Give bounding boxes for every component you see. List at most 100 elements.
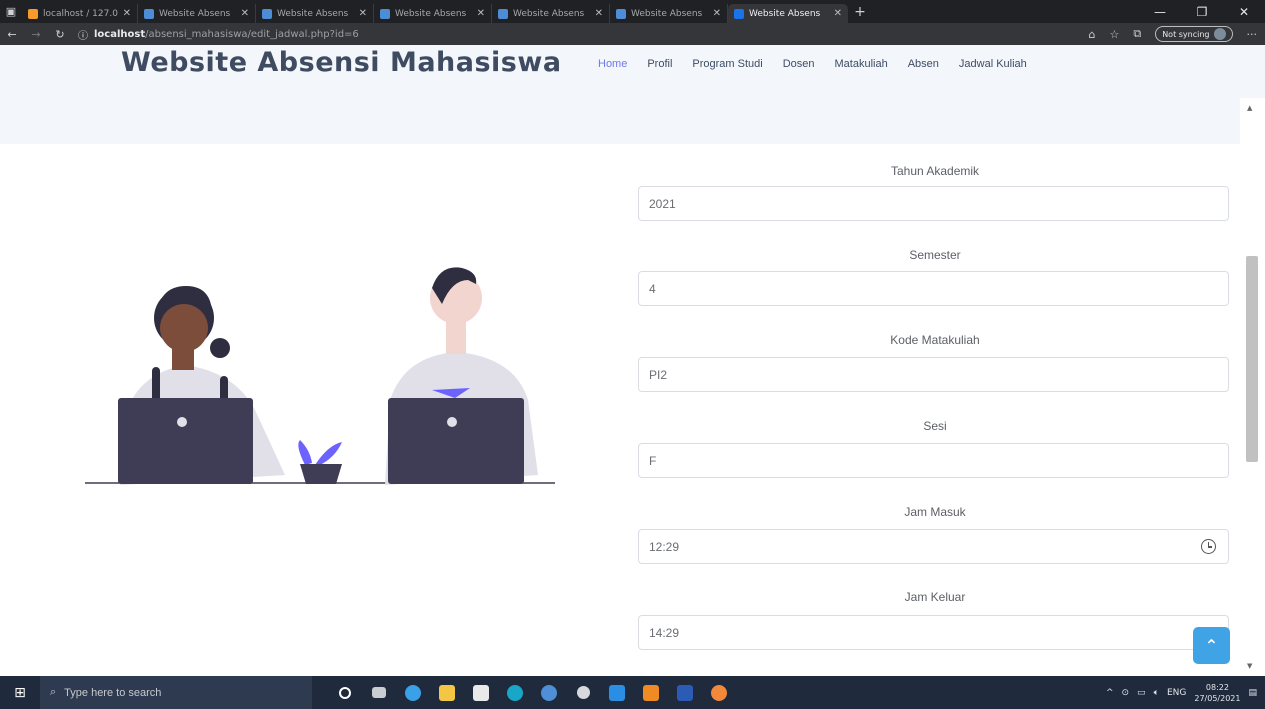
label-kode-matakuliah: Kode Matakuliah (890, 333, 980, 347)
vscode-icon[interactable] (600, 676, 634, 709)
language-indicator[interactable]: ENG (1167, 688, 1186, 698)
site-logo[interactable]: Website Absensi Mahasiswa (121, 47, 562, 78)
tray-chevron-icon[interactable]: ^ (1106, 688, 1114, 698)
tab-close-icon[interactable]: ✕ (241, 8, 249, 19)
url-path: /absensi_mahasiswa/edit_jadwal.php?id=6 (145, 28, 359, 40)
browser-tab[interactable]: Website Absens ✕ (138, 4, 256, 23)
tab-label: Website Absens (513, 8, 585, 19)
search-icon: ⌕ (50, 686, 57, 698)
edge-icon[interactable] (396, 676, 430, 709)
browser-tab[interactable]: Website Absens ✕ (256, 4, 374, 23)
clock-icon[interactable] (1201, 539, 1216, 554)
browser-tab-active[interactable]: Website Absens ✕ (728, 4, 848, 23)
scrollbar-thumb[interactable] (1246, 256, 1258, 462)
forward-icon[interactable]: → (24, 28, 48, 41)
xampp-icon (28, 8, 38, 19)
scroll-down-arrow-icon[interactable]: ▼ (1247, 662, 1252, 670)
input-semester[interactable]: 4 (638, 271, 1229, 306)
nav-absen[interactable]: Absen (908, 58, 939, 70)
page-icon (498, 8, 508, 19)
tab-close-icon[interactable]: ✕ (123, 8, 131, 19)
more-menu-icon[interactable]: ··· (1247, 28, 1258, 41)
xampp-taskbar-icon[interactable] (634, 676, 668, 709)
page-icon (734, 8, 744, 19)
site-info-icon[interactable]: ⓘ (78, 27, 88, 42)
chrome-icon[interactable] (532, 676, 566, 709)
input-value: 12:29 (649, 539, 680, 554)
input-jam-masuk[interactable]: 12:29 (638, 529, 1229, 564)
label-tahun-akademik: Tahun Akademik (890, 164, 980, 178)
windows-taskbar: ⊞ ⌕ Type here to search ^ ⊙ ▭ 🔈︎ ENG 08:… (0, 676, 1265, 709)
tab-close-icon[interactable]: ✕ (477, 8, 485, 19)
back-icon[interactable]: ← (0, 28, 24, 41)
nav-matakuliah[interactable]: Matakuliah (835, 58, 888, 70)
page-icon (380, 8, 390, 19)
label-semester: Semester (909, 248, 961, 262)
sync-button[interactable]: Not syncing (1155, 26, 1233, 42)
tab-close-icon[interactable]: ✕ (713, 8, 721, 19)
maximize-icon[interactable]: ❐ (1181, 5, 1223, 19)
word-icon[interactable] (668, 676, 702, 709)
date-text: 27/05/2021 (1194, 693, 1241, 703)
firefox-icon[interactable] (702, 676, 736, 709)
nav-dosen[interactable]: Dosen (783, 58, 815, 70)
main-nav: Home Profil Program Studi Dosen Matakuli… (598, 58, 1047, 70)
tab-actions-icon[interactable]: ▣ (0, 0, 22, 23)
input-value: 14:29 (649, 625, 680, 640)
browser-tab[interactable]: localhost / 127.0 ✕ (22, 4, 138, 23)
browser-tab[interactable]: Website Absens ✕ (492, 4, 610, 23)
tab-label: Website Absens (277, 8, 349, 19)
clock-display[interactable]: 08:22 27/05/2021 (1194, 682, 1240, 704)
input-jam-keluar[interactable]: 14:29 (638, 615, 1229, 650)
tab-close-icon[interactable]: ✕ (359, 8, 367, 19)
collections-icon[interactable]: ⧉ (1133, 27, 1141, 41)
page-icon (616, 8, 626, 19)
nav-profil[interactable]: Profil (647, 58, 672, 70)
tab-close-icon[interactable]: ✕ (595, 8, 603, 19)
favorite-star-icon[interactable]: ☆ (1109, 28, 1119, 41)
label-jam-masuk: Jam Masuk (904, 505, 966, 519)
chevron-up-icon: ⌃ (1204, 636, 1219, 655)
back-to-top-button[interactable]: ⌃ (1193, 627, 1230, 664)
input-value: F (649, 453, 657, 468)
close-window-icon[interactable]: ✕ (1223, 5, 1265, 19)
input-tahun-akademik[interactable]: 2021 (638, 186, 1229, 221)
tab-label: Website Absens (159, 8, 231, 19)
battery-icon[interactable]: ▭ (1137, 688, 1146, 698)
nav-program-studi[interactable]: Program Studi (692, 58, 762, 70)
volume-icon[interactable]: 🔈︎ (1154, 688, 1159, 698)
input-value: 4 (649, 281, 656, 296)
input-kode-matakuliah[interactable]: PI2 (638, 357, 1229, 392)
task-view-icon[interactable] (362, 676, 396, 709)
new-tab-icon[interactable]: + (848, 4, 872, 20)
file-explorer-icon[interactable] (430, 676, 464, 709)
cortana-icon[interactable] (328, 676, 362, 709)
sync-label: Not syncing (1162, 29, 1210, 39)
taskbar-search[interactable]: ⌕ Type here to search (40, 676, 312, 709)
taskbar-apps (328, 676, 736, 709)
store-icon[interactable] (464, 676, 498, 709)
input-sesi[interactable]: F (638, 443, 1229, 478)
refresh-icon[interactable]: ↻ (48, 28, 72, 41)
notification-icon[interactable]: ▤ (1248, 688, 1257, 698)
tab-label: localhost / 127.0 (43, 8, 118, 19)
time-text: 08:22 (1205, 682, 1229, 692)
scroll-up-arrow-icon[interactable]: ▲ (1247, 104, 1252, 112)
windows-start-icon[interactable]: ⊞ (0, 685, 40, 701)
toolbar-right: ⌂ ☆ ⧉ Not syncing ··· (1088, 26, 1265, 42)
input-value: 2021 (649, 196, 676, 211)
browser-app-icon[interactable] (498, 676, 532, 709)
tab-close-icon[interactable]: ✕ (834, 8, 842, 19)
nav-jadwal-kuliah[interactable]: Jadwal Kuliah (959, 58, 1027, 70)
settings-icon[interactable] (566, 676, 600, 709)
network-icon[interactable]: ⊙ (1122, 688, 1130, 698)
page-icon (262, 8, 272, 19)
read-aloud-icon[interactable]: ⌂ (1088, 28, 1095, 41)
url-field[interactable]: ⓘ localhost/absensi_mahasiswa/edit_jadwa… (78, 27, 359, 42)
students-illustration (85, 267, 555, 485)
browser-tab[interactable]: Website Absens ✕ (610, 4, 728, 23)
nav-home[interactable]: Home (598, 58, 627, 70)
browser-tab[interactable]: Website Absens ✕ (374, 4, 492, 23)
minimize-icon[interactable]: — (1139, 5, 1181, 19)
label-jam-keluar: Jam Keluar (904, 590, 966, 604)
